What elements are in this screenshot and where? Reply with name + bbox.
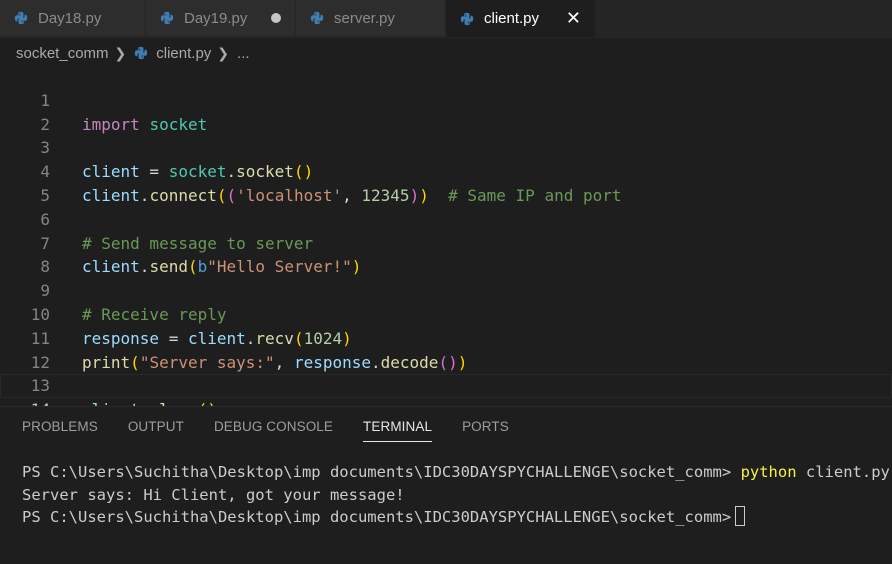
tab-debug-console[interactable]: DEBUG CONSOLE <box>214 419 333 449</box>
terminal-line: PS C:\Users\Suchitha\Desktop\imp documen… <box>22 461 890 484</box>
tab-label: Day19.py <box>184 9 248 27</box>
code-line[interactable]: 9 # Receive reply <box>0 255 892 324</box>
code-editor[interactable]: 1 import socket 2 3 client = socket.sock… <box>0 65 892 419</box>
tab-terminal[interactable]: TERMINAL <box>363 419 433 449</box>
python-icon <box>135 46 148 60</box>
code-line-current[interactable]: 14 <box>0 374 892 419</box>
terminal-output-text: Server says: Hi Client, got your message… <box>22 485 405 504</box>
code-line[interactable]: 6 # Send message to server <box>0 184 892 253</box>
tab-output[interactable]: OUTPUT <box>128 419 184 449</box>
code-line[interactable]: 11 print("Server says:", response.decode… <box>0 303 892 372</box>
tab-day19[interactable]: Day19.py <box>146 0 296 36</box>
code-line[interactable]: 5 <box>0 160 892 205</box>
tab-problems[interactable]: PROBLEMS <box>22 419 98 449</box>
tab-label: Day18.py <box>38 9 102 27</box>
code-line[interactable]: 12 <box>0 327 892 372</box>
terminal-output[interactable]: PS C:\Users\Suchitha\Desktop\imp documen… <box>22 461 890 529</box>
tab-day18[interactable]: Day18.py <box>0 0 146 36</box>
python-icon <box>460 12 474 25</box>
tab-client-active[interactable]: client.py ✕ <box>446 0 596 37</box>
terminal-prompt: PS C:\Users\Suchitha\Desktop\imp documen… <box>22 463 741 481</box>
terminal-line: Server says: Hi Client, got your message… <box>22 484 890 507</box>
chevron-right-icon: ❯ <box>217 44 230 61</box>
terminal-command: python <box>740 463 797 481</box>
chevron-right-icon: ❯ <box>114 44 127 61</box>
code-line[interactable]: 4 client.connect(('localhost', 12345)) #… <box>0 136 892 205</box>
breadcrumb: socket_comm ❯ client.py ❯ ... <box>16 42 250 64</box>
breadcrumb-symbols[interactable]: ... <box>237 45 250 62</box>
code-line[interactable]: 1 import socket <box>0 65 892 134</box>
terminal-cursor <box>735 506 746 526</box>
python-icon <box>160 11 174 25</box>
unsaved-dot-icon[interactable] <box>271 13 281 23</box>
code-line[interactable]: 3 client = socket.socket() <box>0 113 892 181</box>
breadcrumb-file[interactable]: client.py <box>156 45 211 62</box>
terminal-command-args: client.py <box>796 463 890 481</box>
tab-label: client.py <box>484 10 540 27</box>
panel-tab-bar: PROBLEMS OUTPUT DEBUG CONSOLE TERMINAL P… <box>22 419 539 449</box>
code-line[interactable]: 2 <box>0 89 892 134</box>
tab-label: server.py <box>334 9 395 27</box>
close-icon[interactable]: ✕ <box>566 7 581 29</box>
tab-ports[interactable]: PORTS <box>462 419 509 449</box>
terminal-prompt: PS C:\Users\Suchitha\Desktop\imp documen… <box>22 508 732 526</box>
terminal-line: PS C:\Users\Suchitha\Desktop\imp documen… <box>22 506 890 529</box>
editor-tab-bar: Day18.py Day19.py server.py client.py ✕ <box>0 0 892 38</box>
bottom-panel: PROBLEMS OUTPUT DEBUG CONSOLE TERMINAL P… <box>0 406 892 564</box>
tab-server[interactable]: server.py <box>296 0 446 36</box>
python-icon <box>310 11 324 25</box>
breadcrumb-folder[interactable]: socket_comm <box>16 45 109 62</box>
code-line[interactable]: 13 client.close() <box>0 351 892 419</box>
code-line[interactable]: 10 response = client.recv(1024) <box>0 279 892 348</box>
python-icon <box>14 11 28 25</box>
code-line[interactable]: 8 <box>0 232 892 276</box>
code-line[interactable]: 7 client.send(b"Hello Server!") <box>0 208 892 277</box>
